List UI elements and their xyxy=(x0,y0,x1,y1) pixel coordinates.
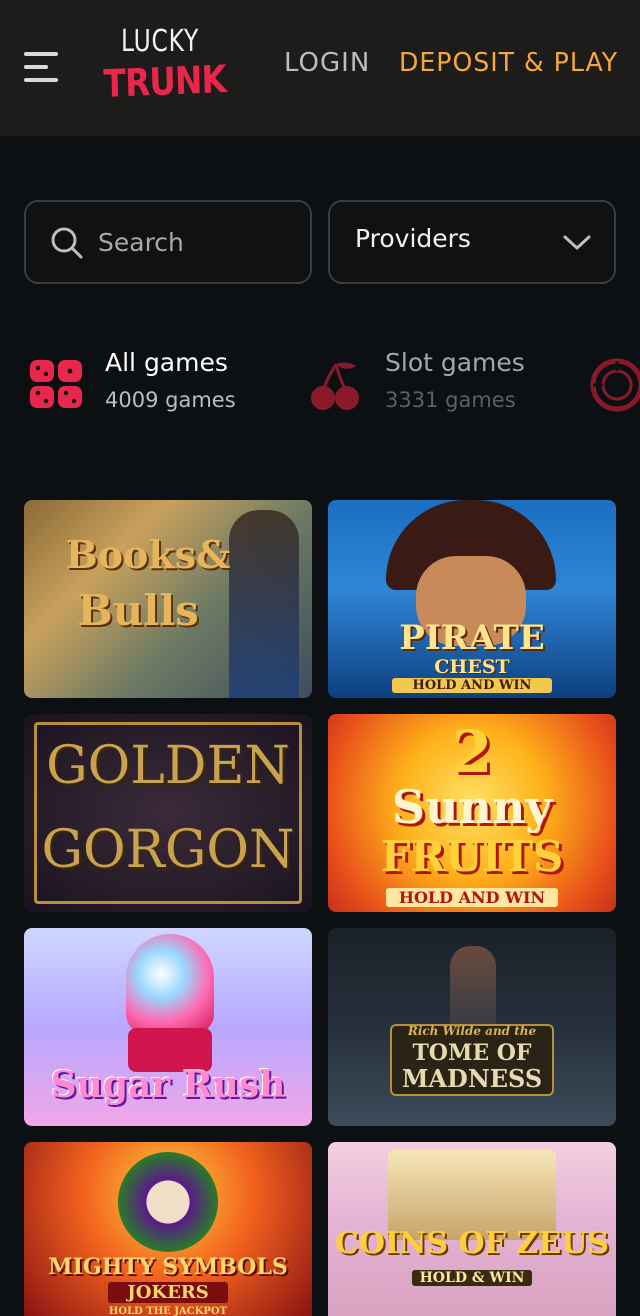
gumball-machine xyxy=(126,934,214,1034)
top-header: LUCKY TRUNK LOGIN DEPOSIT & PLAY xyxy=(0,0,640,136)
category-all-games[interactable]: All games 4009 games xyxy=(28,346,288,426)
game-tile-coins-of-zeus[interactable]: COINS OF ZEUS HOLD & WIN xyxy=(328,1142,616,1316)
search-box[interactable] xyxy=(24,200,312,284)
game-tile-mighty-symbols-jokers[interactable]: MIGHTY SYMBOLS JOKERS HOLD THE JACKPOT xyxy=(24,1142,312,1316)
game-title-line-2: GORGON xyxy=(41,820,295,880)
category-slot-games[interactable]: Slot games 3331 games xyxy=(308,346,568,426)
game-badge: HOLD THE JACKPOT xyxy=(108,1306,228,1316)
game-tile-books-and-bulls[interactable]: Books& Bulls xyxy=(24,500,312,698)
deposit-and-play-link[interactable]: DEPOSIT & PLAY xyxy=(399,48,618,78)
joker-figure xyxy=(118,1152,218,1252)
category-name: Slot games xyxy=(385,348,525,377)
logo-line-1: LUCKY xyxy=(121,24,200,59)
game-tile-tome-of-madness[interactable]: Rich Wilde and the TOME OF MADNESS xyxy=(328,928,616,1126)
logo-line-2: TRUNK xyxy=(103,57,227,106)
game-title: MIGHTY SYMBOLS xyxy=(48,1254,288,1280)
login-link[interactable]: LOGIN xyxy=(284,48,370,78)
game-title-line-2: Bulls xyxy=(77,586,199,635)
game-title: Books& xyxy=(65,532,231,577)
search-input[interactable] xyxy=(98,220,298,264)
game-subtitle: Rich Wilde and the xyxy=(407,1024,537,1038)
game-title: COINS OF ZEUS xyxy=(334,1226,610,1261)
game-title: GOLDEN xyxy=(46,736,290,796)
providers-label: Providers xyxy=(355,224,471,253)
game-title: Sugar Rush xyxy=(50,1064,286,1106)
category-name: All games xyxy=(105,348,228,377)
cherry-icon xyxy=(311,362,359,410)
game-title-line-2: CHEST xyxy=(434,656,510,678)
game-badge: HOLD AND WIN xyxy=(386,888,558,907)
game-title-line-3: FRUITS xyxy=(380,832,564,881)
game-badge: HOLD AND WIN xyxy=(392,678,552,693)
game-title-line-2: Sunny xyxy=(391,780,553,834)
game-tile-2-sunny-fruits[interactable]: 2 Sunny FRUITS HOLD AND WIN xyxy=(328,714,616,912)
chevron-down-icon xyxy=(563,235,591,250)
game-title: PIRATE xyxy=(399,618,545,658)
providers-dropdown[interactable]: Providers xyxy=(328,200,616,284)
game-tile-sugar-rush[interactable]: Sugar Rush xyxy=(24,928,312,1126)
game-title-line-2: MADNESS xyxy=(401,1064,543,1093)
search-icon xyxy=(51,227,83,259)
grid-icon xyxy=(30,360,82,408)
roulette-icon[interactable] xyxy=(590,358,640,412)
category-count: 4009 games xyxy=(105,388,236,412)
game-title: TOME OF xyxy=(412,1040,532,1066)
lucky-trunk-logo[interactable]: LUCKY TRUNK xyxy=(103,24,227,116)
game-title-line-2: JOKERS xyxy=(108,1282,228,1303)
category-count: 3331 games xyxy=(385,388,516,412)
game-badge: HOLD & WIN xyxy=(412,1270,532,1286)
game-tile-pirate-chest[interactable]: PIRATE CHEST HOLD AND WIN xyxy=(328,500,616,698)
game-tile-golden-gorgon[interactable]: GOLDEN GORGON xyxy=(24,714,312,912)
game-title: 2 xyxy=(451,718,493,786)
hamburger-menu-icon[interactable] xyxy=(24,52,58,82)
